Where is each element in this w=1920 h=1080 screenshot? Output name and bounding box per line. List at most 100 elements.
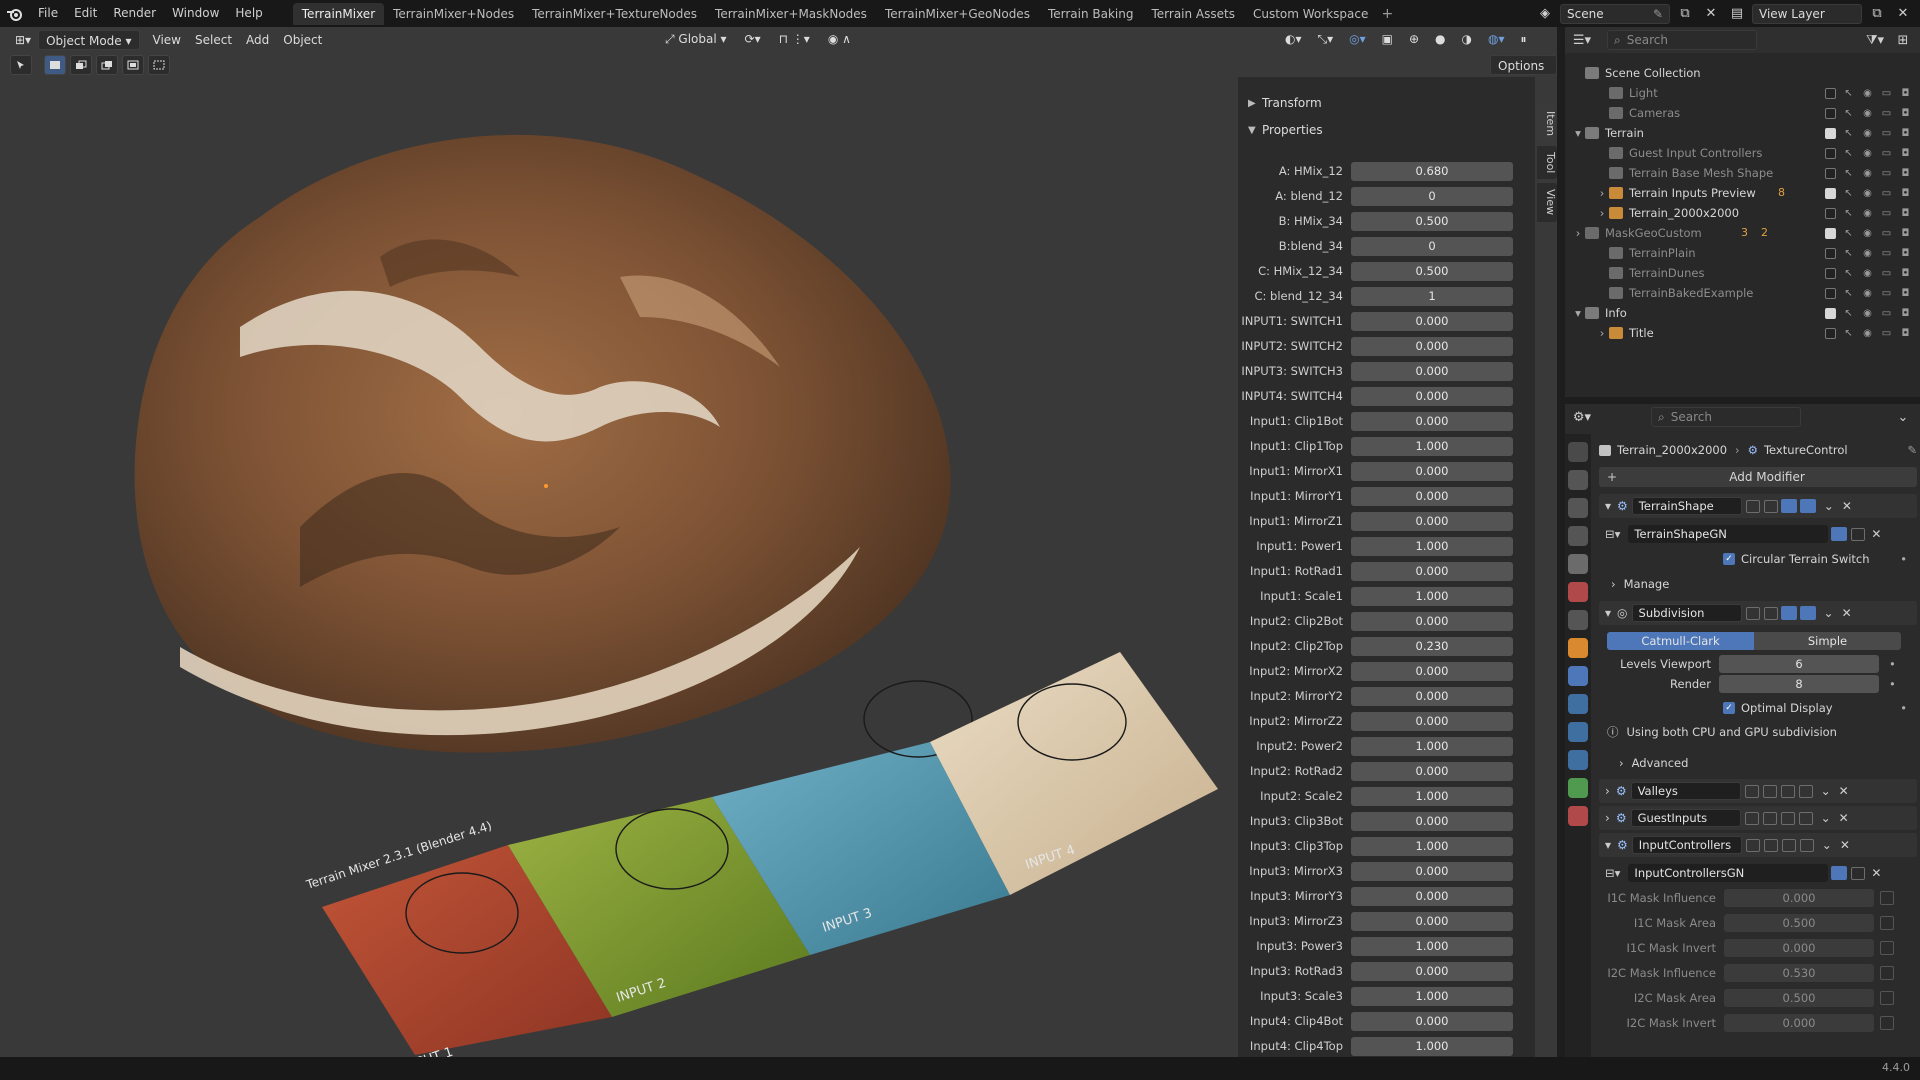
selectable-icon[interactable]: ↖ xyxy=(1842,228,1855,239)
include-checkbox[interactable] xyxy=(1825,247,1836,259)
viewport-display-icon[interactable] xyxy=(1780,811,1795,825)
include-checkbox[interactable] xyxy=(1825,307,1836,319)
viewport-icon[interactable]: ▭ xyxy=(1880,188,1893,199)
menu-select[interactable]: Select xyxy=(188,30,239,50)
chevron-right-icon[interactable]: › xyxy=(1595,206,1609,220)
camera-icon[interactable]: ◘ xyxy=(1899,88,1912,99)
inputcontroller-field-value[interactable]: 0.500 xyxy=(1724,914,1874,932)
scene-tab-icon[interactable] xyxy=(1568,554,1588,574)
unlink-icon[interactable]: ✕ xyxy=(1871,866,1881,880)
viewport-display-icon[interactable] xyxy=(1780,606,1797,620)
modifier-menu-icon[interactable]: ⌄ xyxy=(1824,606,1834,620)
constraints-tab-icon[interactable] xyxy=(1568,750,1588,770)
view-layer-tab-icon[interactable] xyxy=(1568,526,1588,546)
eye-icon[interactable]: ◉ xyxy=(1861,228,1874,239)
data-tab-icon[interactable] xyxy=(1568,778,1588,798)
optimal-display-row[interactable]: ✓ Optimal Display • xyxy=(1599,698,1917,718)
property-value-field[interactable]: 0.000 xyxy=(1351,361,1513,381)
eye-icon[interactable]: ◉ xyxy=(1861,128,1874,139)
keyframe-dot-icon[interactable]: • xyxy=(1889,677,1896,691)
edit-mode-icon[interactable] xyxy=(1745,499,1760,513)
eye-icon[interactable]: ◉ xyxy=(1861,88,1874,99)
mode-selector[interactable]: Object Mode ▾ xyxy=(38,29,140,50)
selectable-icon[interactable]: ↖ xyxy=(1842,328,1855,339)
property-value-field[interactable]: 0.000 xyxy=(1351,561,1513,581)
property-value-field[interactable]: 0 xyxy=(1351,236,1513,256)
render-tab-icon[interactable] xyxy=(1568,470,1588,490)
viewport-icon[interactable]: ▭ xyxy=(1880,128,1893,139)
new-scene-icon[interactable]: ⧉ xyxy=(1674,4,1696,24)
modifier-menu-icon[interactable]: ⌄ xyxy=(1824,499,1834,513)
modifier-tab-icon[interactable] xyxy=(1568,666,1588,686)
camera-icon[interactable]: ◘ xyxy=(1899,128,1912,139)
property-value-field[interactable]: 0.230 xyxy=(1351,636,1513,656)
tab-view[interactable]: View xyxy=(1537,183,1557,222)
orientation-selector[interactable]: ⤢ Global ▾ xyxy=(658,29,734,49)
camera-icon[interactable]: ◘ xyxy=(1899,108,1912,119)
edit-mode-icon[interactable] xyxy=(1744,811,1759,825)
inputcontroller-field-value[interactable]: 0.500 xyxy=(1724,989,1874,1007)
blender-logo-icon[interactable] xyxy=(0,0,30,27)
chevron-down-icon[interactable]: ▾ xyxy=(1571,126,1585,140)
delete-view-layer-icon[interactable]: ✕ xyxy=(1892,4,1914,24)
tab-tool[interactable]: Tool xyxy=(1537,146,1557,180)
add-modifier-button[interactable]: + Add Modifier xyxy=(1599,467,1917,487)
advanced-panel[interactable]: › Advanced xyxy=(1599,753,1917,773)
outliner-item[interactable]: › Terrain_2000x2000 ↖ ◉ ▭ ◘ xyxy=(1565,203,1920,223)
options-button[interactable]: Options ▾ xyxy=(1490,55,1557,93)
close-icon[interactable]: ✕ xyxy=(1839,784,1849,798)
terrain-mesh[interactable] xyxy=(134,134,951,753)
property-value-field[interactable]: 0.000 xyxy=(1351,411,1513,431)
visibility-icon[interactable]: ◐▾ xyxy=(1278,29,1309,49)
viewport-icon[interactable]: ▭ xyxy=(1880,268,1893,279)
edit-mode-icon[interactable] xyxy=(1745,606,1760,620)
editor-type-icon[interactable]: ⊞▾ xyxy=(8,30,38,50)
modifier-inputcontrollers-header[interactable]: ▾ ⚙ InputControllers ⌄ ✕ xyxy=(1599,833,1917,857)
render-display-icon[interactable] xyxy=(1799,606,1816,620)
new-collection-icon[interactable]: ⊞ xyxy=(1892,30,1914,50)
eye-icon[interactable]: ◉ xyxy=(1861,168,1874,179)
include-checkbox[interactable] xyxy=(1825,267,1836,279)
selectable-icon[interactable]: ↖ xyxy=(1842,148,1855,159)
inputcontroller-field-value[interactable]: 0.530 xyxy=(1724,964,1874,982)
physics-tab-icon[interactable] xyxy=(1568,722,1588,742)
pin-icon[interactable]: ✎ xyxy=(1653,7,1663,21)
close-icon[interactable]: ✕ xyxy=(1842,499,1852,513)
include-checkbox[interactable] xyxy=(1825,207,1836,219)
property-value-field[interactable]: 0.000 xyxy=(1351,911,1513,931)
cage-icon[interactable] xyxy=(1762,811,1777,825)
property-value-field[interactable]: 1.000 xyxy=(1351,736,1513,756)
property-value-field[interactable]: 0.000 xyxy=(1351,611,1513,631)
filter-icon[interactable]: ⧩▾ xyxy=(1864,30,1886,50)
modifier-menu-icon[interactable]: ⌄ xyxy=(1821,811,1831,825)
eye-icon[interactable]: ◉ xyxy=(1861,308,1874,319)
chevron-down-icon[interactable]: ▾ xyxy=(1571,306,1585,320)
close-icon[interactable]: ✕ xyxy=(1840,838,1850,852)
tab-terrainmixer-geonodes[interactable]: TerrainMixer+GeoNodes xyxy=(876,3,1039,25)
chevron-right-icon[interactable]: › xyxy=(1605,784,1610,798)
property-value-field[interactable]: 1.000 xyxy=(1351,786,1513,806)
pause-render-icon[interactable]: ⏸ xyxy=(1514,29,1534,49)
view-layer-icon[interactable]: ▤ xyxy=(1726,4,1748,24)
eye-icon[interactable]: ◉ xyxy=(1861,148,1874,159)
modifier-guestinputs-name[interactable]: GuestInputs xyxy=(1630,809,1741,827)
inputcontroller-field-value[interactable]: 0.000 xyxy=(1724,939,1874,957)
pivot-icon[interactable]: ⟳▾ xyxy=(738,29,768,49)
property-value-field[interactable]: 0.000 xyxy=(1351,461,1513,481)
viewport-display-icon[interactable] xyxy=(1780,784,1795,798)
attribute-toggle-icon[interactable] xyxy=(1880,1016,1894,1030)
outliner-item[interactable]: Cameras ↖ ◉ ▭ ◘ xyxy=(1565,103,1920,123)
tab-custom-workspace[interactable]: Custom Workspace xyxy=(1244,3,1377,25)
property-value-field[interactable]: 0.000 xyxy=(1351,711,1513,731)
property-value-field[interactable]: 0.000 xyxy=(1351,861,1513,881)
fake-user-icon[interactable] xyxy=(1831,866,1848,880)
keyframe-dot-icon[interactable]: • xyxy=(1889,657,1896,671)
outliner-item[interactable]: TerrainDunes ↖ ◉ ▭ ◘ xyxy=(1565,263,1920,283)
outliner-item[interactable]: › Terrain Inputs Preview ↖ ◉ ▭ ◘ 8 xyxy=(1565,183,1920,203)
pin-icon[interactable]: ✎ xyxy=(1907,443,1917,457)
properties-section[interactable]: ▼ Properties xyxy=(1238,118,1535,142)
menu-window[interactable]: Window xyxy=(164,0,227,27)
include-checkbox[interactable] xyxy=(1825,287,1836,299)
include-checkbox[interactable] xyxy=(1825,127,1836,139)
include-checkbox[interactable] xyxy=(1825,227,1836,239)
